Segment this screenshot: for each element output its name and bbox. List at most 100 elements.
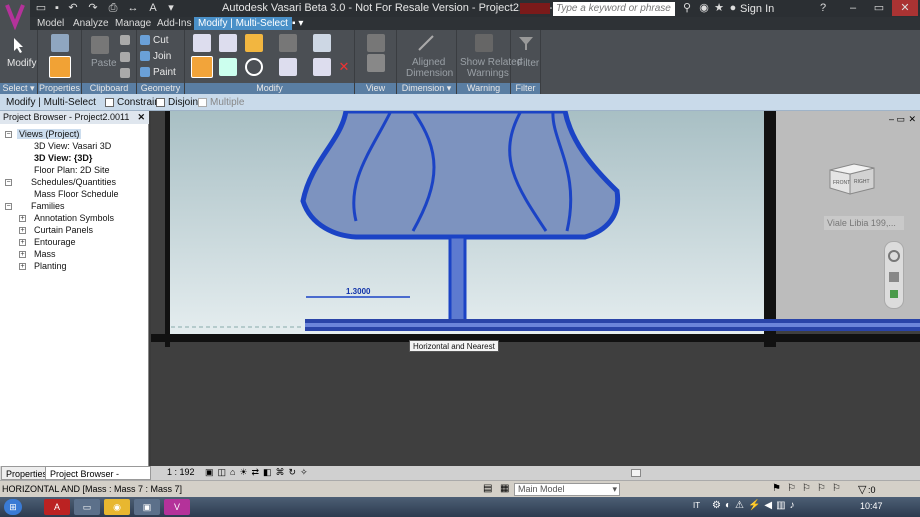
language-indicator[interactable]: IT: [693, 501, 700, 510]
tree-item-entourage[interactable]: Entourage: [34, 237, 76, 247]
help-icon[interactable]: ?: [816, 1, 830, 15]
tree-item-annotation-symbols[interactable]: Annotation Symbols: [34, 213, 114, 223]
array-icon[interactable]: [313, 58, 331, 76]
tab-modify-multi-select[interactable]: Modify | Multi-Select: [194, 17, 292, 30]
measure-icon[interactable]: ↔: [126, 1, 140, 15]
undo-icon[interactable]: ↶: [66, 1, 80, 15]
print-icon[interactable]: ⎙: [106, 1, 120, 15]
filter-status-icon[interactable]: ▽: [858, 483, 866, 496]
aligned-dimension-label-2[interactable]: Dimension: [406, 68, 453, 79]
paste-icon[interactable]: [91, 36, 109, 54]
view-control-icons[interactable]: ▣◫⌂☀⇄◧⌘↻✧: [205, 467, 312, 478]
tree-item-families[interactable]: Families: [31, 201, 65, 211]
type-properties-icon[interactable]: [51, 34, 69, 52]
hide-in-view-icon[interactable]: [367, 34, 385, 52]
tab-add-ins[interactable]: Add-Ins: [157, 17, 191, 30]
copy-element-icon[interactable]: [219, 58, 237, 76]
text-icon[interactable]: A: [146, 1, 160, 15]
clock[interactable]: 10:47: [860, 501, 883, 511]
cut-geometry-icon[interactable]: [140, 35, 150, 45]
join-geometry-icon[interactable]: [140, 51, 150, 61]
tab-manage[interactable]: Manage: [115, 17, 151, 30]
folder-task-icon[interactable]: ▭: [74, 499, 100, 515]
tree-item-schedules[interactable]: Schedules/Quantities: [31, 177, 116, 187]
aligned-dimension-icon[interactable]: [417, 34, 435, 52]
tree-item-mass[interactable]: Mass: [34, 249, 56, 259]
copy-icon[interactable]: [120, 35, 130, 45]
acrobat-task-icon[interactable]: A: [44, 499, 70, 515]
maximize-button[interactable]: ▭: [866, 0, 892, 16]
group-label-dimension[interactable]: Dimension ▾: [397, 83, 456, 94]
multiple-checkbox[interactable]: [198, 98, 207, 107]
main-model-dropdown[interactable]: Main Model ▾: [514, 483, 620, 496]
offset-icon[interactable]: [219, 34, 237, 52]
tree-expander[interactable]: +: [19, 239, 26, 246]
paste-button[interactable]: Paste: [91, 58, 117, 69]
view-scale[interactable]: 1 : 192: [167, 467, 195, 477]
start-button-icon[interactable]: ⊞: [4, 499, 22, 515]
tree-item-curtain-panels[interactable]: Curtain Panels: [34, 225, 93, 235]
trim-extend-icon[interactable]: [279, 58, 297, 76]
tree-expander[interactable]: −: [5, 203, 12, 210]
tree-item-mass-floor-schedule[interactable]: Mass Floor Schedule: [34, 189, 119, 199]
paint-icon[interactable]: [140, 67, 150, 77]
constrain-checkbox[interactable]: [105, 98, 114, 107]
properties-button-icon[interactable]: [49, 56, 71, 78]
aligned-dimension-label-1[interactable]: Aligned: [412, 57, 445, 68]
group-label-select[interactable]: Select ▾: [0, 83, 37, 94]
paint-button[interactable]: Paint: [153, 67, 176, 78]
selection-options-icons[interactable]: ⚑⚐⚐⚐⚐: [772, 483, 847, 494]
align-icon[interactable]: [193, 34, 211, 52]
tree-item-planting[interactable]: Planting: [34, 261, 67, 271]
redo-icon[interactable]: ↷: [86, 1, 100, 15]
worksets-icon[interactable]: ▤: [483, 483, 492, 494]
tree-item-3d-view-3d[interactable]: 3D View: {3D}: [34, 153, 92, 163]
close-browser-icon[interactable]: ✕: [137, 111, 145, 124]
3d-viewport[interactable]: – ▭ ✕ FRONT RIGHT Viale Libia 199,... 1.…: [151, 111, 920, 466]
warning-icon[interactable]: [475, 34, 493, 52]
cut-to-clipboard-icon[interactable]: [120, 52, 130, 62]
chrome-task-icon[interactable]: ◉: [104, 499, 130, 515]
filter-button[interactable]: Filter: [517, 58, 539, 69]
tree-expander[interactable]: +: [19, 227, 26, 234]
tree-expander[interactable]: +: [19, 215, 26, 222]
split-element-icon[interactable]: [313, 34, 331, 52]
modify-button[interactable]: Modify: [7, 58, 36, 69]
funnel-icon[interactable]: [517, 34, 535, 52]
tree-item-3d-vasari[interactable]: 3D View: Vasari 3D: [34, 141, 111, 151]
vasari-task-icon[interactable]: V: [164, 499, 190, 515]
binoculars-icon[interactable]: ⚲: [680, 1, 694, 15]
tree-item-floor-plan[interactable]: Floor Plan: 2D Site: [34, 165, 110, 175]
dimension-value[interactable]: 1.3000: [346, 287, 370, 296]
scrollbar-thumb[interactable]: [631, 469, 641, 477]
rotate-icon[interactable]: [245, 58, 263, 76]
cut-button[interactable]: Cut: [153, 35, 169, 46]
tab-analyze[interactable]: Analyze: [73, 17, 109, 30]
open-icon[interactable]: ▭: [34, 1, 48, 15]
tab-options-dropdown-icon[interactable]: ▪ ▾: [292, 17, 303, 30]
help-search-input[interactable]: Type a keyword or phrase: [553, 2, 675, 16]
show-related-warnings-label-2[interactable]: Warnings: [467, 68, 509, 79]
tab-project-browser[interactable]: Project Browser - Project2...: [45, 466, 151, 493]
tree-expander[interactable]: +: [19, 251, 26, 258]
tab-model[interactable]: Model: [37, 17, 64, 30]
tree-expander[interactable]: +: [19, 263, 26, 270]
override-graphics-icon[interactable]: [367, 54, 385, 72]
subscription-icon[interactable]: ◉: [697, 1, 711, 15]
sign-in-link[interactable]: Sign In: [740, 3, 774, 15]
qat-dropdown-icon[interactable]: ▾: [164, 1, 178, 15]
window-task-icon[interactable]: ▣: [134, 499, 160, 515]
tree-item-views[interactable]: Views (Project): [17, 129, 82, 139]
match-type-icon[interactable]: [120, 68, 130, 78]
system-tray-icons[interactable]: ⚙◐⚠⚡◀▥♪: [712, 500, 799, 511]
save-icon[interactable]: ▪: [50, 1, 64, 15]
mirror-pick-axis-icon[interactable]: [245, 34, 263, 52]
move-icon[interactable]: [191, 56, 213, 78]
mirror-draw-axis-icon[interactable]: [279, 34, 297, 52]
user-icon[interactable]: ●: [726, 1, 740, 15]
delete-icon[interactable]: ✕: [337, 60, 351, 74]
favorites-star-icon[interactable]: ★: [712, 1, 726, 15]
application-menu-button[interactable]: [0, 0, 30, 32]
tree-expander[interactable]: −: [5, 131, 12, 138]
join-button[interactable]: Join: [153, 51, 171, 62]
